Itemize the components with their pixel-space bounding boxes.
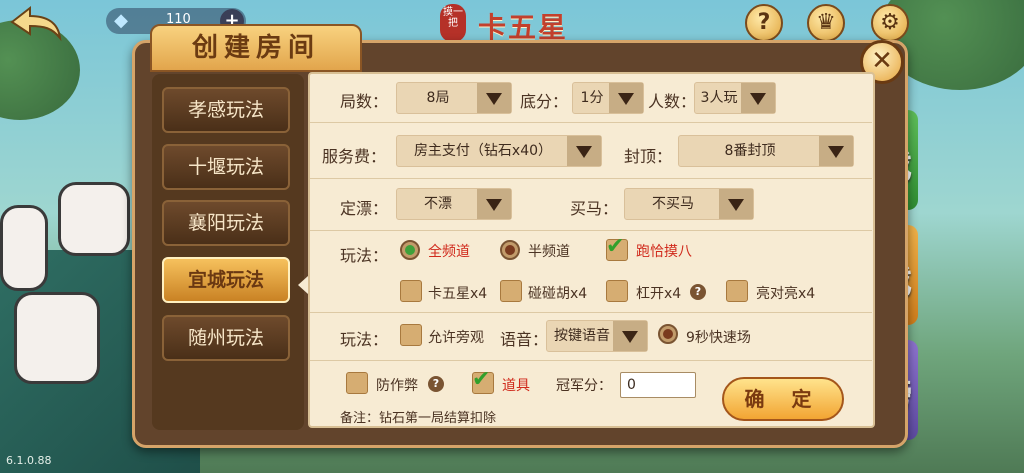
rounds-label: 局数： (340, 92, 389, 111)
note-text: 备注：钻石第一局结算扣除 (340, 411, 497, 426)
channel-half-label: 半频道 (528, 244, 570, 260)
trophy-icon: ♛ (807, 4, 845, 42)
liangduiliang-label: 亮对亮x4 (756, 286, 816, 302)
rounds-value: 8局 (426, 90, 450, 106)
active-tab-pointer (298, 276, 308, 294)
service-fee-dropdown[interactable]: 房主支付（钻石x40） (396, 135, 602, 167)
back-arrow-icon (10, 5, 62, 42)
voice-label: 语音： (500, 330, 549, 349)
paoqia-checkbox[interactable]: ✔ (606, 234, 628, 261)
close-icon: ✕ (871, 46, 893, 76)
champion-score-input[interactable]: 0 (620, 372, 696, 398)
pengpenghu-label: 碰碰胡x4 (528, 286, 588, 302)
channel-full-label: 全频道 (428, 244, 470, 260)
anti-cheat-label: 防作弊 (376, 378, 418, 394)
chevron-down-icon (567, 136, 601, 166)
maima-label: 买马： (570, 199, 619, 218)
chevron-down-icon (477, 189, 511, 219)
back-button[interactable] (8, 4, 64, 44)
cap-label: 封顶： (624, 147, 673, 166)
rounds-dropdown[interactable]: 8局 (396, 82, 512, 114)
anti-cheat-help-icon[interactable]: ? (428, 376, 444, 392)
checkmark-icon: ✔ (472, 367, 491, 392)
anti-cheat-checkbox[interactable] (346, 372, 368, 394)
play-options-label-2: 玩法： (340, 330, 389, 349)
allow-watch-checkbox[interactable] (400, 324, 422, 346)
liangduiliang-checkbox[interactable] (726, 280, 748, 302)
players-label: 人数： (648, 92, 697, 111)
piao-label: 定漂： (340, 199, 389, 218)
mahjong-king-character (58, 182, 130, 256)
mahjong-character (0, 205, 48, 291)
channel-full-radio[interactable] (400, 240, 420, 260)
chevron-down-icon (719, 189, 753, 219)
gangkai-label: 杠开x4 (636, 286, 682, 302)
base-score-label: 底分： (520, 92, 569, 111)
piao-value: 不漂 (424, 196, 452, 212)
props-label: 道具 (502, 378, 530, 394)
players-dropdown[interactable]: 3人玩 (694, 82, 776, 114)
base-score-dropdown[interactable]: 1分 (572, 82, 644, 114)
dialog-title: 创建房间 (191, 33, 320, 63)
piao-dropdown[interactable]: 不漂 (396, 188, 512, 220)
tab-shiyan[interactable]: 十堰玩法 (162, 144, 290, 190)
row-divider (310, 122, 872, 123)
chevron-down-icon (741, 83, 775, 113)
tab-yicheng[interactable]: 宜城玩法 (162, 257, 290, 303)
gangkai-checkbox[interactable] (606, 280, 628, 302)
dialog-title-banner: 创建房间 (150, 24, 362, 72)
fast-mode-radio[interactable] (658, 324, 678, 344)
tab-xiaogan[interactable]: 孝感玩法 (162, 87, 290, 133)
confirm-button[interactable]: 确 定 (722, 377, 844, 421)
kawuxing-label: 卡五星x4 (428, 286, 488, 302)
game-seal-logo: 摸一把 (440, 4, 466, 42)
allow-watch-label: 允许旁观 (428, 330, 484, 346)
tab-xiangyang[interactable]: 襄阳玩法 (162, 200, 290, 246)
tab-suizhou[interactable]: 随州玩法 (162, 315, 290, 361)
champion-score-label: 冠军分： (556, 378, 612, 394)
row-divider (310, 312, 872, 313)
cap-value: 8番封顶 (724, 143, 776, 159)
service-fee-label: 服务费： (322, 147, 387, 166)
maima-dropdown[interactable]: 不买马 (624, 188, 754, 220)
channel-half-radio[interactable] (500, 240, 520, 260)
players-value: 3人玩 (700, 90, 738, 106)
gangkai-help-icon[interactable]: ? (690, 284, 706, 300)
mahjong-girl-character (14, 292, 100, 384)
props-checkbox[interactable]: ✔ (472, 367, 494, 394)
base-score-value: 1分 (580, 90, 604, 106)
kawuxing-checkbox[interactable] (400, 280, 422, 302)
voice-dropdown[interactable]: 按键语音 (546, 320, 648, 352)
row-divider (310, 360, 872, 361)
chevron-down-icon (477, 83, 511, 113)
service-fee-value: 房主支付（钻石x40） (413, 143, 553, 159)
chevron-down-icon (819, 136, 853, 166)
row-divider (310, 230, 872, 231)
maima-value: 不买马 (652, 196, 694, 212)
paoqia-label: 跑恰摸八 (636, 244, 692, 260)
fast-mode-label: 9秒快速场 (686, 330, 751, 346)
chevron-down-icon (613, 321, 647, 351)
question-icon: ? (745, 4, 783, 42)
row-divider (310, 178, 872, 179)
diamond-icon: ◆ (114, 10, 128, 31)
voice-value: 按键语音 (554, 328, 610, 344)
chevron-down-icon (609, 83, 643, 113)
checkmark-icon: ✔ (606, 234, 625, 259)
pengpenghu-checkbox[interactable] (500, 280, 522, 302)
play-options-label: 玩法： (340, 246, 389, 265)
gear-icon: ⚙ (871, 4, 909, 42)
cap-dropdown[interactable]: 8番封顶 (678, 135, 854, 167)
version-label: 6.1.0.88 (6, 454, 52, 467)
